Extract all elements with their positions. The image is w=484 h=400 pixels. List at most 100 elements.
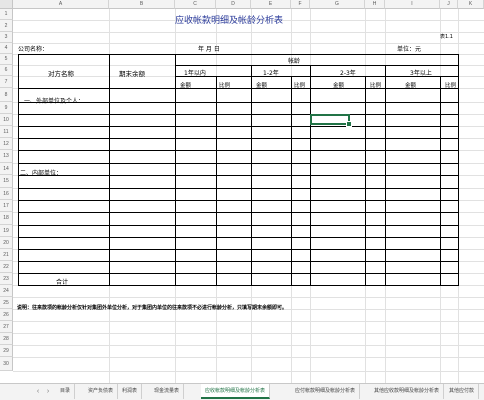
header-ratio-4: 比例: [445, 83, 457, 89]
row-header[interactable]: 3: [0, 32, 13, 43]
row-header[interactable]: 20: [0, 237, 13, 249]
row-header[interactable]: 14: [0, 163, 13, 175]
row-header[interactable]: 8: [0, 88, 13, 102]
row-header[interactable]: 2: [0, 20, 13, 32]
row-header[interactable]: 29: [0, 345, 13, 357]
border-row: [18, 88, 458, 89]
header-ratio-1: 比例: [219, 83, 231, 89]
column-header[interactable]: K: [458, 0, 484, 9]
sheet-tab[interactable]: 其他应收款明细及帐龄分析表: [370, 384, 445, 399]
border-col-split: [440, 76, 441, 285]
header-aging: 帐龄: [288, 58, 301, 65]
section-external: 一、外部单位及个人：: [24, 98, 85, 105]
table-number: 表1.1: [440, 34, 453, 40]
border-row: [18, 200, 458, 201]
gridline-horizontal: [13, 371, 484, 372]
border-top: [18, 54, 458, 55]
border-row: [18, 225, 458, 226]
row-header[interactable]: 22: [0, 261, 13, 273]
footnote: 说明：往来款项的帐龄分析仅针对集团外单位分析，对于集团内单位的往来款项不必进行帐…: [17, 305, 288, 311]
column-header[interactable]: E: [251, 0, 291, 9]
row-header[interactable]: 23: [0, 273, 13, 285]
select-all-corner[interactable]: [0, 0, 13, 9]
row-header[interactable]: 27: [0, 321, 13, 333]
gridline-horizontal: [13, 32, 484, 33]
row-header[interactable]: 16: [0, 188, 13, 200]
column-header[interactable]: I: [385, 0, 440, 9]
border-row: [18, 237, 458, 238]
row-header[interactable]: 13: [0, 150, 13, 163]
column-header[interactable]: B: [109, 0, 175, 9]
header-over-3y: 3年以上: [410, 70, 432, 77]
gridline-horizontal: [13, 357, 484, 358]
row-header[interactable]: 12: [0, 138, 13, 150]
row-header[interactable]: 6: [0, 65, 13, 76]
row-header[interactable]: 25: [0, 297, 13, 309]
column-header[interactable]: F: [291, 0, 310, 9]
row-header[interactable]: 15: [0, 175, 13, 188]
header-amount-3: 金额: [333, 83, 345, 89]
column-header[interactable]: A: [13, 0, 109, 9]
spreadsheet-grid[interactable]: ABCDEFGHIJK 1 2 3 4 5 6 7 8 9 10 11 12 13 14 15 16 17 18 1…: [0, 0, 484, 400]
header-counterparty: 对方名称: [48, 70, 74, 78]
row-header[interactable]: 1: [0, 9, 13, 20]
tab-scroll-right-icon[interactable]: ›: [42, 385, 54, 399]
sheet-tab[interactable]: 应收帐款明细及帐龄分析表: [201, 384, 271, 399]
row-header[interactable]: 4: [0, 43, 13, 54]
gridline-horizontal: [13, 297, 484, 298]
row-header[interactable]: 18: [0, 212, 13, 225]
company-label: 公司名称：: [18, 46, 49, 53]
gridline-horizontal: [13, 345, 484, 346]
row-header[interactable]: 17: [0, 200, 13, 212]
unit-label: 单位：元: [397, 46, 422, 53]
row-header[interactable]: 28: [0, 333, 13, 345]
header-amount-2: 金额: [256, 83, 268, 89]
sheet-tab[interactable]: 利润表: [118, 384, 143, 399]
row-header[interactable]: 5: [0, 54, 13, 65]
row-header[interactable]: 10: [0, 114, 13, 126]
gridline-horizontal: [13, 333, 484, 334]
sheet-tab[interactable]: 其他应付款: [445, 384, 480, 399]
sheet-tab[interactable]: 资产负债表: [84, 384, 119, 399]
row-header[interactable]: 9: [0, 102, 13, 114]
border-col-split: [365, 76, 366, 285]
border-row: [18, 126, 458, 127]
header-amount-1: 金额: [180, 83, 192, 89]
column-header[interactable]: G: [310, 0, 365, 9]
border-row: [18, 261, 458, 262]
border-right: [458, 54, 459, 286]
header-2-3y: 2-3年: [340, 70, 356, 77]
border-row: [18, 163, 458, 164]
column-header[interactable]: H: [365, 0, 385, 9]
total-label: 合计: [56, 279, 69, 286]
header-ratio-2: 比例: [294, 83, 306, 89]
sheet-tab[interactable]: 目录: [56, 384, 76, 399]
row-header[interactable]: 21: [0, 249, 13, 261]
row-header[interactable]: 7: [0, 76, 13, 88]
row-header[interactable]: 30: [0, 357, 13, 371]
border-aging-under: [175, 65, 458, 66]
header-ratio-3: 比例: [370, 83, 382, 89]
border-row: [18, 138, 458, 139]
border-row: [18, 175, 458, 176]
active-cell[interactable]: [310, 114, 352, 127]
border-bottom: [18, 285, 458, 286]
header-1-2y: 1-2年: [263, 70, 279, 77]
sheet-tab[interactable]: 现金流量表: [150, 384, 185, 399]
row-header[interactable]: 19: [0, 225, 13, 237]
row-header[interactable]: 26: [0, 309, 13, 321]
border-col-split: [216, 76, 217, 285]
column-header[interactable]: C: [175, 0, 216, 9]
border-row: [18, 188, 458, 189]
column-header[interactable]: D: [216, 0, 251, 9]
border-row: [18, 212, 458, 213]
row-header[interactable]: 11: [0, 126, 13, 138]
sheet-tab-bar: ‹ › 目录 资产负债表 利润表 现金流量表 应收帐款明细及帐龄分析表 应付帐款明细及帐龄…: [0, 383, 484, 400]
border-row: [18, 273, 458, 274]
column-header[interactable]: J: [440, 0, 458, 9]
report-date: 年 月 日: [198, 46, 220, 53]
row-header[interactable]: 24: [0, 285, 13, 297]
border-row: [18, 114, 458, 115]
border-col-split: [291, 76, 292, 285]
sheet-tab[interactable]: 应付帐款明细及帐龄分析表: [291, 384, 361, 399]
